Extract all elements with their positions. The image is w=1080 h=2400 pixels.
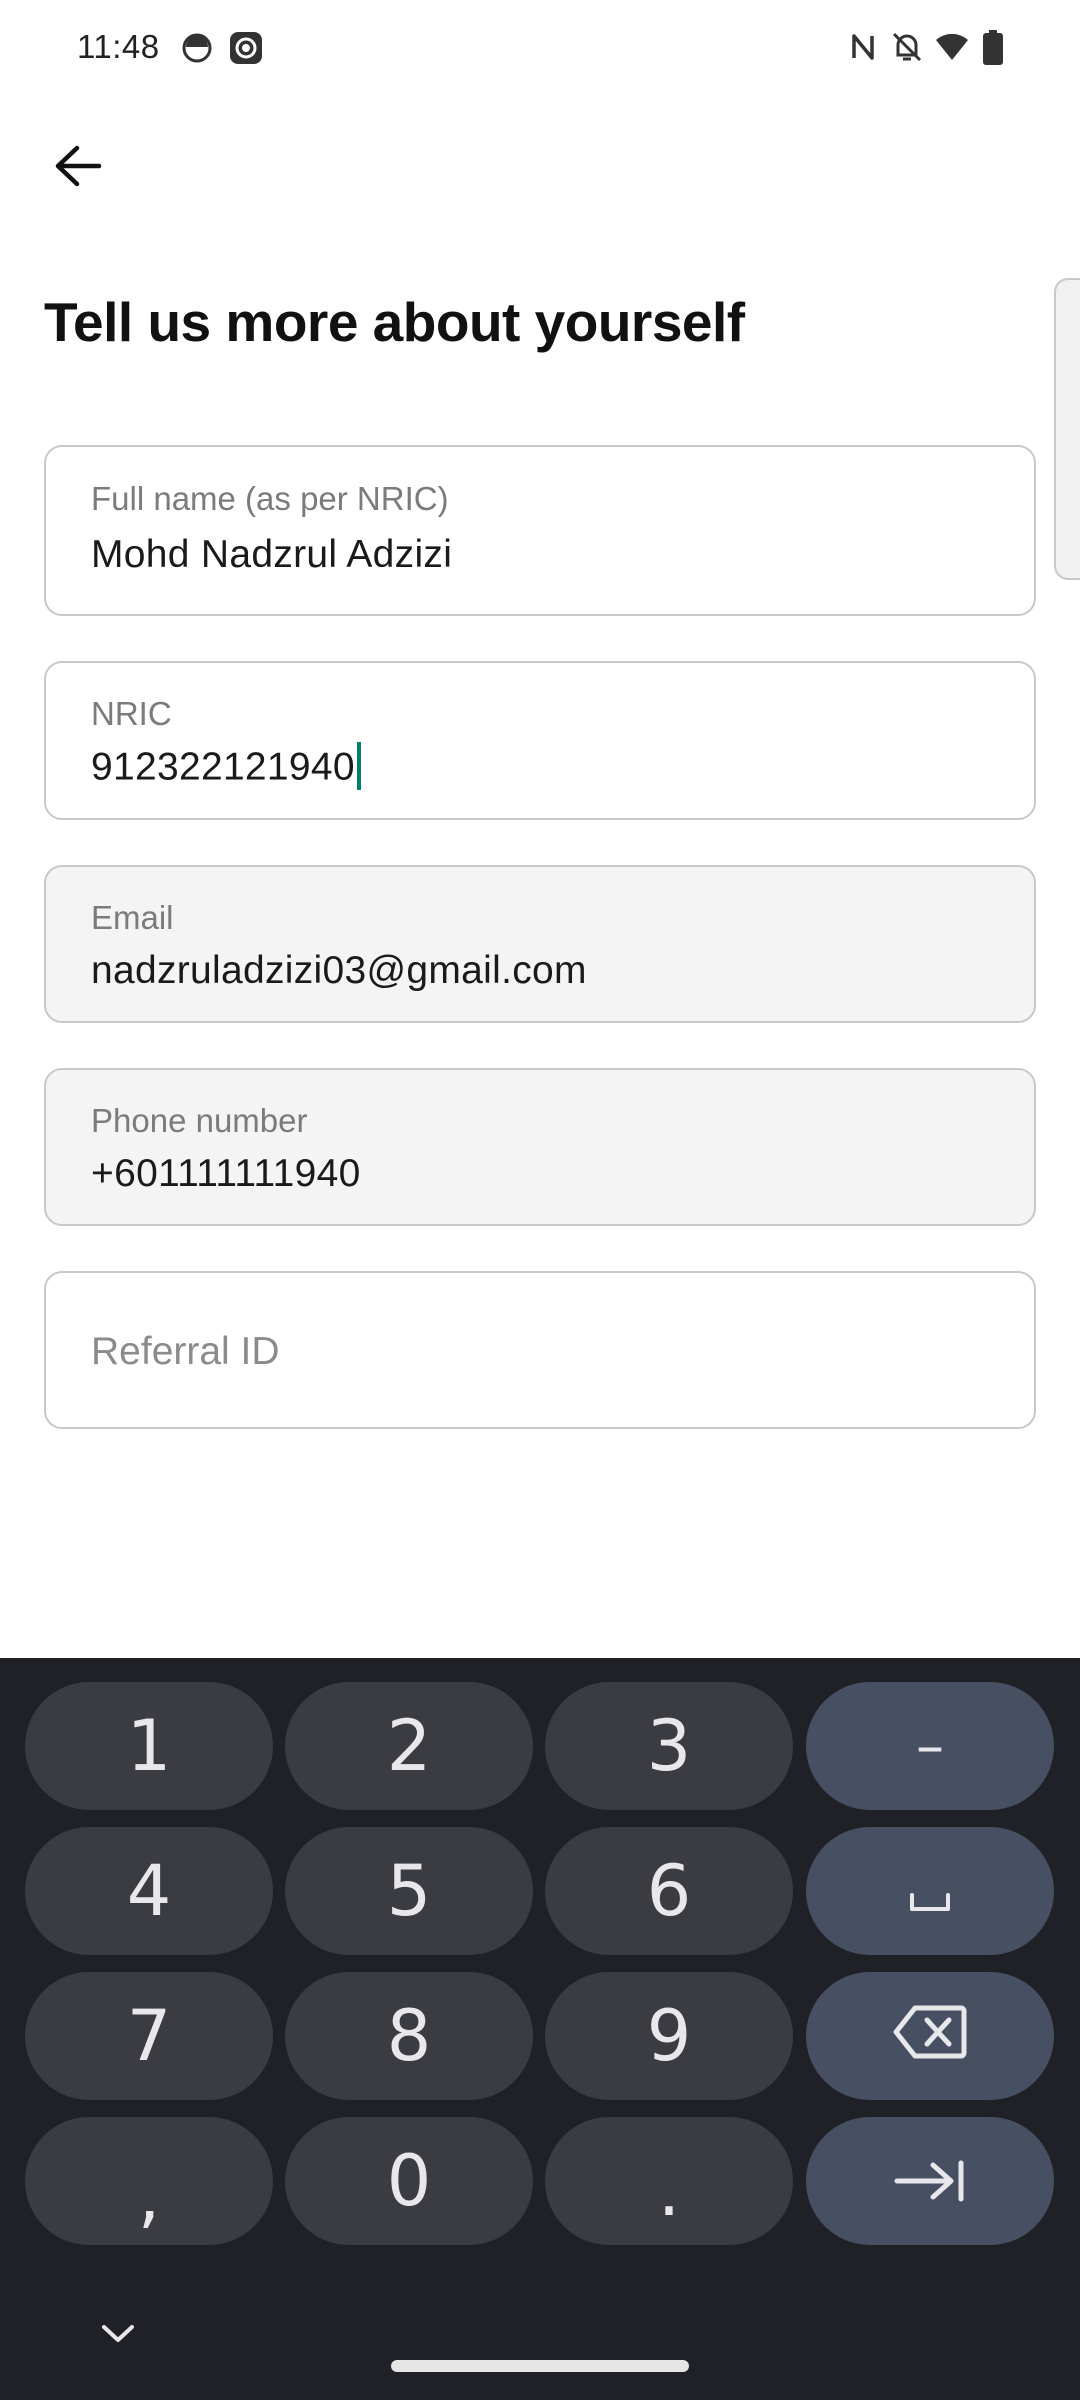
backspace-icon: [893, 1995, 967, 2077]
key-period[interactable]: .: [545, 2117, 793, 2245]
back-button[interactable]: [40, 130, 116, 206]
backspace-key[interactable]: [806, 1972, 1054, 2100]
full-name-field[interactable]: Full name (as per NRIC) Mohd Nadzrul Adz…: [44, 445, 1036, 616]
key-0[interactable]: 0: [285, 2117, 533, 2245]
keyboard-collapse-button[interactable]: [92, 2310, 144, 2362]
referral-id-field[interactable]: Referral ID: [44, 1271, 1036, 1429]
key-3[interactable]: 3: [545, 1682, 793, 1810]
email-value: nadzruladzizi03@gmail.com: [91, 949, 587, 992]
android-face-icon: [180, 30, 214, 64]
key-7[interactable]: 7: [25, 1972, 273, 2100]
key-comma[interactable]: ,: [25, 2117, 273, 2245]
referral-id-placeholder: Referral ID: [91, 1330, 280, 1373]
wifi-icon: [934, 30, 968, 64]
key-5[interactable]: 5: [285, 1827, 533, 1955]
nfc-icon: [848, 30, 882, 64]
phone-number-field: Phone number +601111111940: [44, 1068, 1036, 1226]
tab-next-icon: [893, 2140, 967, 2222]
scroll-handle[interactable]: [1054, 278, 1080, 580]
status-bar: 11:48: [0, 0, 1080, 96]
bell-off-icon: [890, 30, 924, 64]
screen-record-icon: [228, 30, 262, 64]
nric-value-wrapper: 912322121940: [91, 742, 361, 793]
text-caret: [356, 742, 361, 790]
key-1[interactable]: 1: [25, 1682, 273, 1810]
arrow-left-icon: [53, 144, 103, 193]
key-2[interactable]: 2: [285, 1682, 533, 1810]
key-4[interactable]: 4: [25, 1827, 273, 1955]
phone-number-value: +601111111940: [91, 1152, 361, 1195]
space-icon: [908, 1850, 952, 1932]
page-title: Tell us more about yourself: [44, 291, 745, 353]
key-dash[interactable]: –: [806, 1682, 1054, 1810]
next-key[interactable]: [806, 2117, 1054, 2245]
key-8[interactable]: 8: [285, 1972, 533, 2100]
nric-value: 912322121940: [91, 745, 355, 789]
gesture-nav-handle[interactable]: [391, 2360, 689, 2372]
space-key[interactable]: [806, 1827, 1054, 1955]
status-time: 11:48: [77, 28, 160, 65]
battery-icon: [982, 30, 1004, 65]
full-name-label: Full name (as per NRIC): [91, 480, 449, 517]
key-9[interactable]: 9: [545, 1972, 793, 2100]
nric-label: NRIC: [91, 695, 172, 732]
email-field: Email nadzruladzizi03@gmail.com: [44, 865, 1036, 1023]
key-6[interactable]: 6: [545, 1827, 793, 1955]
chevron-down-icon: [100, 2323, 136, 2350]
email-label: Email: [91, 899, 174, 936]
nric-field[interactable]: NRIC 912322121940: [44, 661, 1036, 820]
phone-number-label: Phone number: [91, 1102, 308, 1139]
full-name-value: Mohd Nadzrul Adzizi: [91, 533, 453, 576]
